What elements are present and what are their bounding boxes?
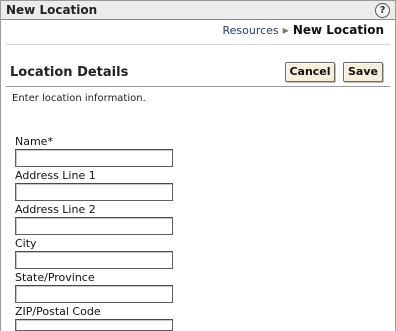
state-province-field[interactable] <box>15 285 173 303</box>
section-title: Location Details <box>10 65 129 80</box>
instruction-text: Enter location information. <box>12 93 146 104</box>
breadcrumb-arrow-icon: ▶ <box>282 26 289 35</box>
city-field[interactable] <box>15 251 173 269</box>
breadcrumb-link-resources[interactable]: Resources <box>222 24 278 37</box>
address-line-1-field[interactable] <box>15 183 173 201</box>
save-button[interactable]: Save <box>343 62 383 82</box>
breadcrumb: Resources ▶ New Location <box>222 23 384 37</box>
address-line-2-field[interactable] <box>15 217 173 235</box>
address-line-1-label: Address Line 1 <box>15 169 96 182</box>
help-icon[interactable]: ? <box>375 3 390 18</box>
zip-postal-code-field[interactable] <box>15 319 173 331</box>
name-label: Name* <box>15 135 53 148</box>
zip-postal-code-label: ZIP/Postal Code <box>15 305 101 318</box>
address-line-2-label: Address Line 2 <box>15 203 96 216</box>
state-province-label: State/Province <box>15 271 95 284</box>
breadcrumb-current: New Location <box>292 23 384 37</box>
window-title-bar: New Location ? <box>0 0 396 20</box>
window-title: New Location <box>6 3 98 17</box>
cancel-button[interactable]: Cancel <box>285 62 335 82</box>
city-label: City <box>15 237 37 250</box>
section-divider <box>6 86 390 87</box>
name-field[interactable] <box>15 149 173 167</box>
header-divider <box>6 44 390 45</box>
